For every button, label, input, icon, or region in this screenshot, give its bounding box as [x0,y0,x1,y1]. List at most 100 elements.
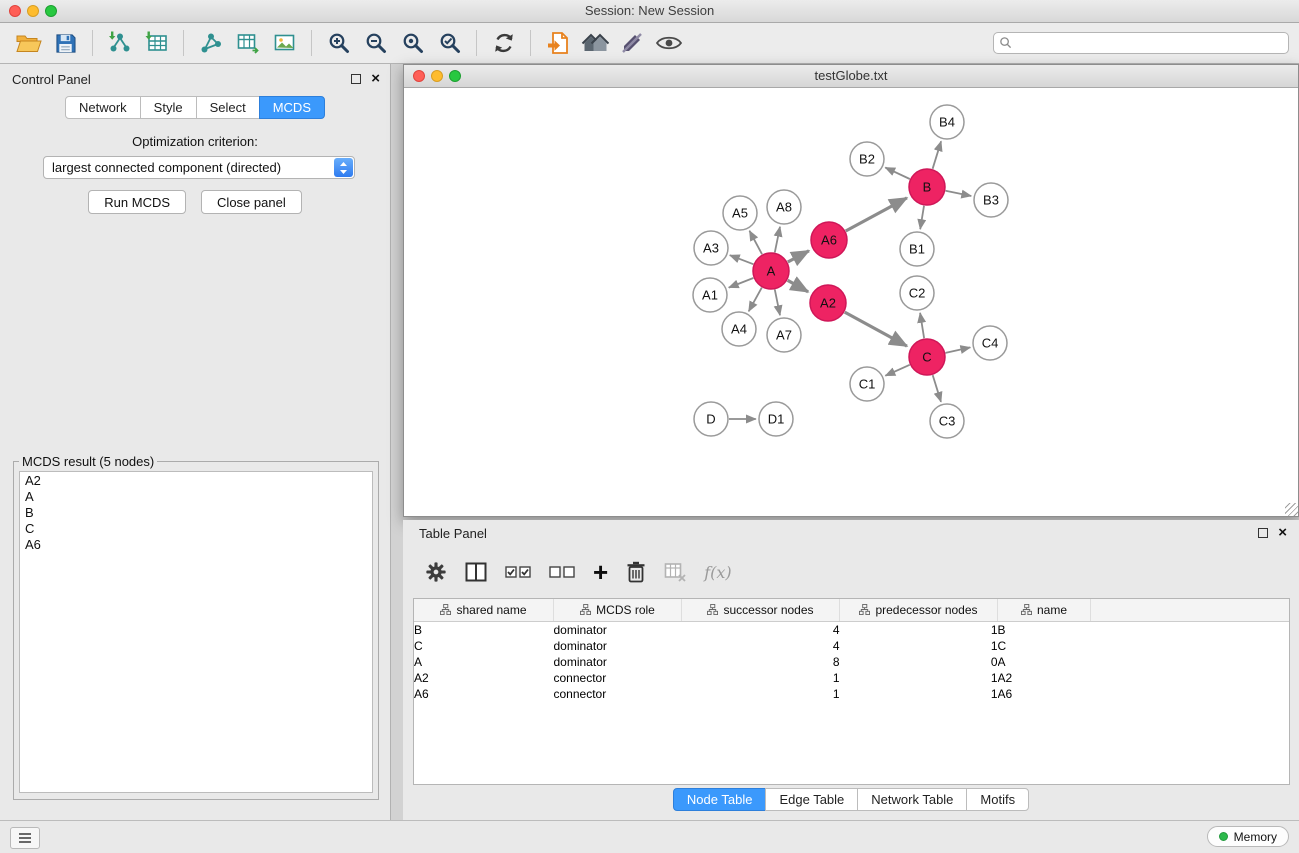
edge-A-A7[interactable] [775,290,780,316]
edge-C-C2[interactable] [920,313,924,338]
close-panel-icon[interactable]: × [371,73,380,84]
annotation-button[interactable] [613,28,650,58]
resize-grip[interactable] [1285,503,1298,516]
table-cell[interactable]: A6 [414,686,554,702]
show-columns-button[interactable] [465,562,487,582]
edge-A-A2[interactable] [788,280,809,292]
first-neighbors-button[interactable] [539,28,576,58]
table-cell[interactable]: dominator [554,622,682,639]
table-cell[interactable]: 8 [682,654,840,670]
column-header-predecessor-nodes[interactable]: predecessor nodes [840,599,998,622]
edge-A-A8[interactable] [775,227,780,253]
close-traffic-light[interactable] [413,70,425,82]
minimize-traffic-light[interactable] [431,70,443,82]
edge-C-C3[interactable] [933,375,941,402]
task-history-button[interactable] [10,827,40,849]
table-cell[interactable]: 1 [682,686,840,702]
table-cell[interactable]: 1 [840,670,998,686]
delete-column-button[interactable] [626,561,646,583]
network-window-titlebar[interactable]: testGlobe.txt [404,65,1298,88]
table-row[interactable]: Cdominator41C [414,638,1289,654]
table-cell[interactable]: B [998,622,1091,639]
column-header-shared-name[interactable]: shared name [414,599,554,622]
float-panel-icon[interactable] [351,74,361,84]
tab-network-table[interactable]: Network Table [857,788,967,811]
edge-C-C4[interactable] [946,347,971,353]
save-session-button[interactable] [47,28,84,58]
table-cell[interactable]: C [414,638,554,654]
tab-select[interactable]: Select [196,96,260,119]
zoom-out-button[interactable] [357,28,394,58]
run-mcds-button[interactable]: Run MCDS [88,190,186,214]
table-cell[interactable]: C [998,638,1091,654]
table-cell[interactable]: 1 [840,622,998,639]
open-session-button[interactable] [10,28,47,58]
network-graph[interactable]: AA1A2A3A4A5A6A7A8BB1B2B3B4CC1C2C3C4DD1 [404,88,1298,516]
table-cell[interactable]: 0 [840,654,998,670]
refresh-view-button[interactable] [485,28,522,58]
edge-A6-B[interactable] [846,198,907,231]
tab-style[interactable]: Style [140,96,197,119]
export-table-button[interactable] [229,28,266,58]
table-row[interactable]: Adominator80A [414,654,1289,670]
table-cell[interactable]: A [998,654,1091,670]
edge-A-A1[interactable] [729,278,754,288]
tab-edge-table[interactable]: Edge Table [765,788,858,811]
search-input[interactable] [993,32,1289,54]
edge-B-B3[interactable] [946,191,972,196]
column-header-MCDS-role[interactable]: MCDS role [554,599,682,622]
column-header-name[interactable]: name [998,599,1091,622]
tab-mcds[interactable]: MCDS [259,96,325,119]
zoom-in-button[interactable] [320,28,357,58]
delete-table-button[interactable] [664,562,686,582]
table-cell[interactable]: 1 [840,686,998,702]
export-image-button[interactable] [266,28,303,58]
table-cell[interactable]: connector [554,670,682,686]
table-cell[interactable]: 1 [840,638,998,654]
table-cell[interactable]: A [414,654,554,670]
table-settings-button[interactable] [425,561,447,583]
tab-node-table[interactable]: Node Table [673,788,767,811]
tab-network[interactable]: Network [65,96,141,119]
edge-A-A4[interactable] [749,288,762,312]
mcds-result-list[interactable]: A2ABCA6 [19,471,373,793]
criterion-dropdown[interactable]: largest connected component (directed) [43,156,355,179]
tab-motifs[interactable]: Motifs [966,788,1029,811]
home-layout-button[interactable] [576,28,613,58]
table-cell[interactable]: B [414,622,554,639]
table-cell[interactable]: 4 [682,622,840,639]
column-header-successor-nodes[interactable]: successor nodes [682,599,840,622]
function-builder-button[interactable]: f(x) [704,563,731,582]
table-cell[interactable]: A6 [998,686,1091,702]
select-all-button[interactable] [505,565,531,579]
show-hide-button[interactable] [650,28,687,58]
zoom-traffic-light[interactable] [449,70,461,82]
memory-button[interactable]: Memory [1207,826,1289,847]
table-row[interactable]: A6connector11A6 [414,686,1289,702]
table-cell[interactable]: dominator [554,638,682,654]
add-column-button[interactable]: + [593,562,608,582]
table-cell[interactable]: dominator [554,654,682,670]
table-cell[interactable]: connector [554,686,682,702]
edge-A2-C[interactable] [845,312,907,346]
import-table-button[interactable] [138,28,175,58]
table-cell[interactable]: 4 [682,638,840,654]
new-network-button[interactable] [192,28,229,58]
edge-B-B2[interactable] [885,168,910,180]
table-cell[interactable]: A2 [998,670,1091,686]
float-panel-icon[interactable] [1258,528,1268,538]
table-row[interactable]: A2connector11A2 [414,670,1289,686]
edge-B-B4[interactable] [933,141,942,169]
table-cell[interactable]: 1 [682,670,840,686]
zoom-selected-button[interactable] [431,28,468,58]
table-row[interactable]: Bdominator41B [414,622,1289,639]
deselect-all-button[interactable] [549,565,575,579]
zoom-fit-button[interactable] [394,28,431,58]
edge-B-B1[interactable] [920,206,924,229]
table-cell[interactable]: A2 [414,670,554,686]
edge-C-C1[interactable] [885,365,909,376]
edge-A-A5[interactable] [750,231,763,254]
close-panel-button[interactable]: Close panel [201,190,302,214]
edge-A-A6[interactable] [788,251,809,262]
import-network-button[interactable] [101,28,138,58]
